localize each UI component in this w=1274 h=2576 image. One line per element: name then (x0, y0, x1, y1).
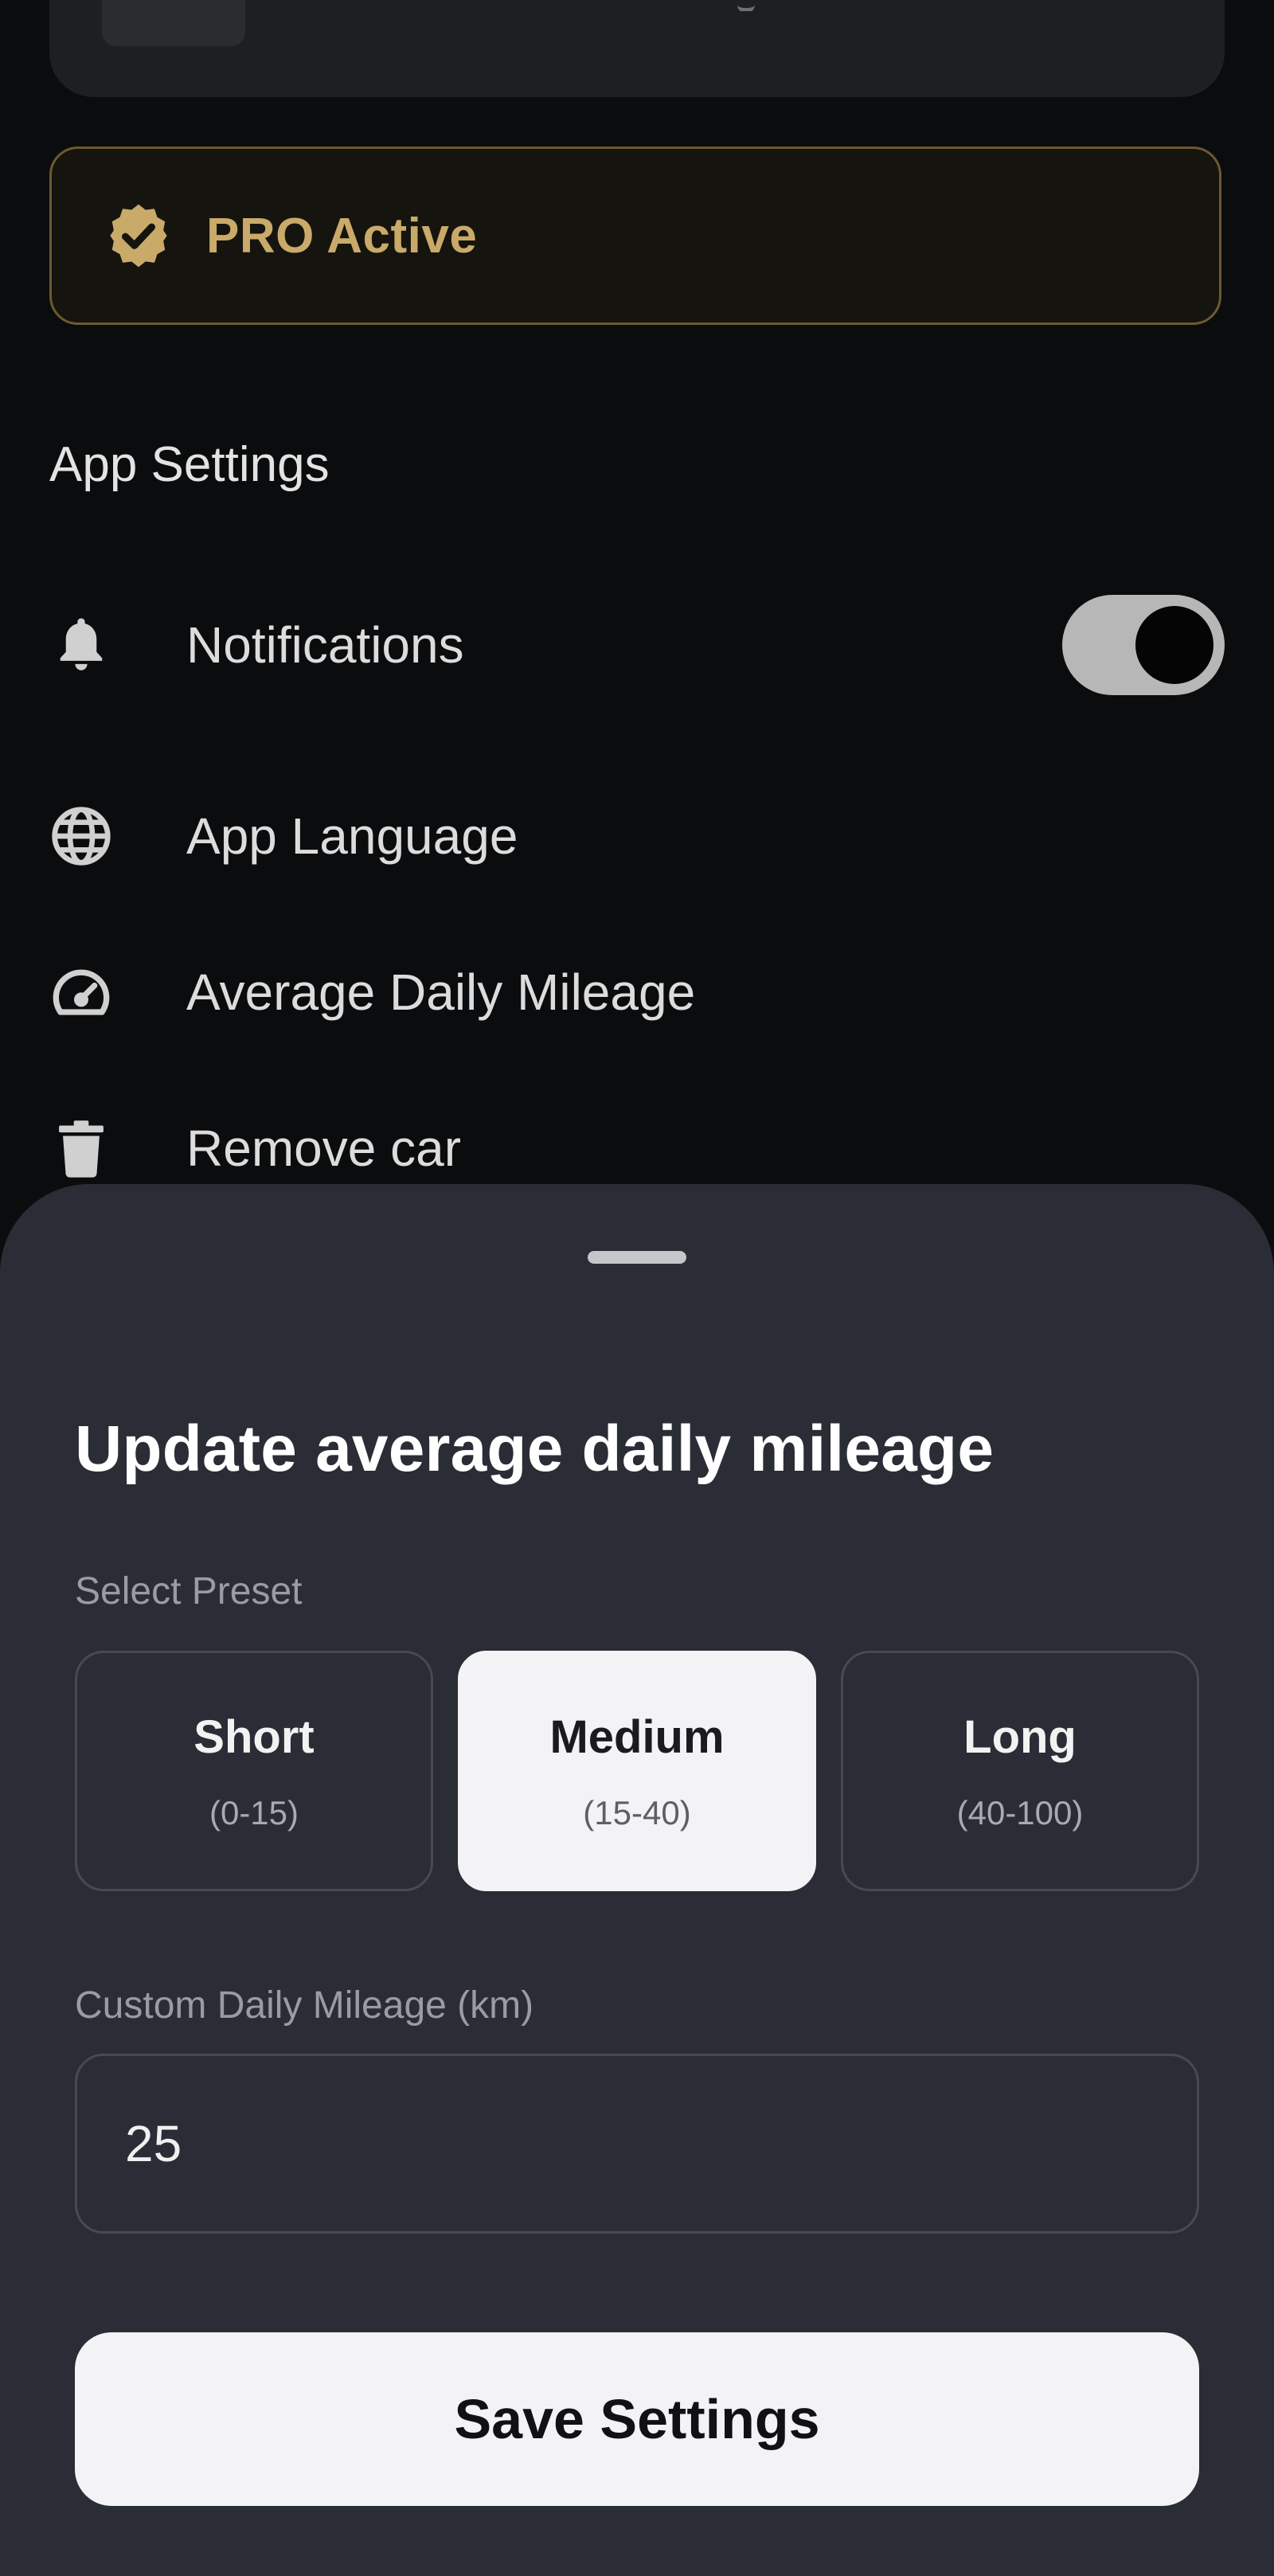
preset-options: Short (0-15) Medium (15-40) Long (40-100… (75, 1651, 1199, 1891)
setting-notifications[interactable]: Notifications (49, 595, 1225, 695)
preset-label: Select Preset (75, 1570, 303, 1612)
toggle-knob (1135, 606, 1213, 684)
globe-icon (49, 804, 113, 868)
setting-label: App Language (186, 807, 518, 865)
save-settings-button[interactable]: Save Settings (75, 2332, 1199, 2506)
preset-medium-button[interactable]: Medium (15-40) (458, 1651, 816, 1891)
preset-name: Medium (549, 1710, 725, 1763)
mileage-bottom-sheet: Update average daily mileage Select Pres… (0, 1184, 1274, 2576)
bell-icon (49, 613, 113, 677)
trash-icon (49, 1116, 113, 1180)
setting-label: Remove car (186, 1120, 461, 1177)
speedometer-icon (49, 960, 113, 1024)
preset-range: (40-100) (956, 1793, 1084, 1831)
preset-range: (15-40) (583, 1793, 691, 1831)
custom-mileage-input[interactable] (75, 2054, 1199, 2234)
pro-status-label: PRO Active (206, 208, 478, 264)
preset-range: (0-15) (209, 1793, 299, 1831)
setting-average-daily-mileage[interactable]: Average Daily Mileage (49, 944, 1225, 1040)
setting-label: Notifications (186, 616, 464, 674)
vehicle-card-chip (102, 0, 245, 46)
notifications-toggle[interactable] (1062, 595, 1225, 695)
app-settings-title: App Settings (49, 437, 330, 492)
preset-long-button[interactable]: Long (40-100) (841, 1651, 1199, 1891)
custom-mileage-label: Custom Daily Mileage (km) (75, 1984, 534, 2027)
setting-label: Average Daily Mileage (186, 964, 696, 1021)
vehicle-card-cut-text (718, 0, 766, 11)
preset-name: Short (193, 1710, 315, 1763)
sheet-title: Update average daily mileage (75, 1413, 995, 1485)
app-screen: PRO Active App Settings Notifications Ap… (0, 0, 1274, 2576)
setting-app-language[interactable]: App Language (49, 788, 1225, 884)
setting-remove-car[interactable]: Remove car (49, 1100, 1225, 1196)
vehicle-card (49, 0, 1225, 97)
pro-status-banner[interactable]: PRO Active (49, 147, 1221, 325)
sheet-drag-handle[interactable] (588, 1251, 686, 1264)
preset-name: Long (963, 1710, 1077, 1763)
verified-badge-icon (110, 204, 167, 268)
preset-short-button[interactable]: Short (0-15) (75, 1651, 433, 1891)
